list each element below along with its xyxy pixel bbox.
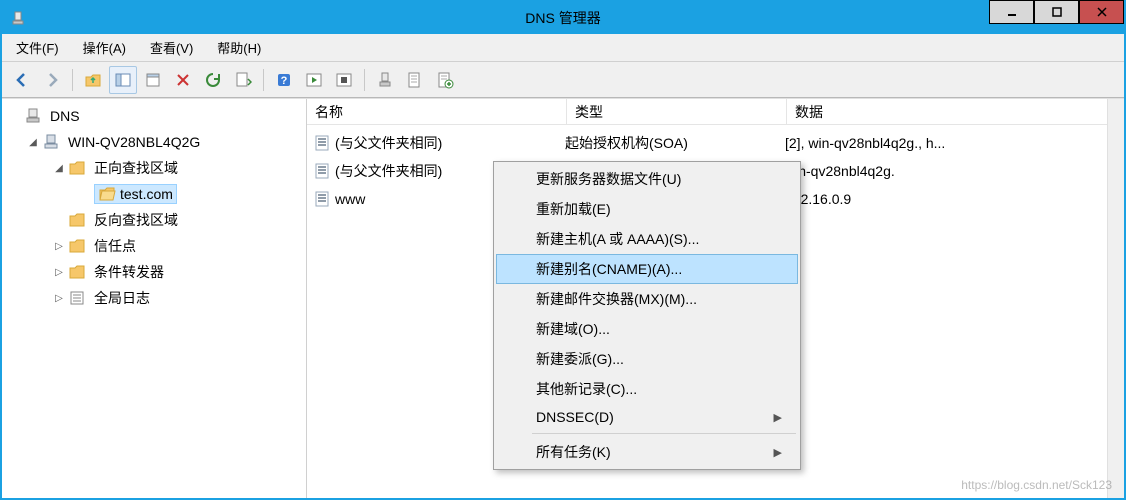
- tree-label: 反向查找区域: [94, 210, 178, 230]
- tree-pane[interactable]: DNS ◢ WIN-QV28NBL4Q2G ◢ 正向查找区域 test.c: [2, 99, 307, 498]
- record-icon: [313, 162, 331, 180]
- record-icon: [313, 134, 331, 152]
- menu-separator: [532, 433, 796, 434]
- tree-conditional-forwarders[interactable]: ▷ 条件转发器: [4, 259, 304, 285]
- ctx-all-tasks[interactable]: 所有任务(K)▶: [496, 437, 798, 467]
- new-record-button[interactable]: [431, 66, 459, 94]
- refresh-button[interactable]: [199, 66, 227, 94]
- chevron-right-icon[interactable]: ▷: [52, 265, 66, 279]
- column-header-name[interactable]: 名称: [307, 99, 567, 124]
- column-header-data[interactable]: 数据: [787, 99, 1124, 124]
- delete-button[interactable]: [169, 66, 197, 94]
- folder-icon: [68, 159, 86, 177]
- toolbar: ?: [2, 62, 1124, 98]
- tree-zone-testcom[interactable]: test.com: [4, 181, 304, 207]
- app-icon: [10, 10, 26, 26]
- log-icon: [68, 289, 86, 307]
- ctx-new-mx[interactable]: 新建邮件交换器(MX)(M)...: [496, 284, 798, 314]
- chevron-down-icon[interactable]: ◢: [26, 135, 40, 149]
- ctx-new-domain[interactable]: 新建域(O)...: [496, 314, 798, 344]
- chevron-down-icon[interactable]: ◢: [52, 161, 66, 175]
- svg-text:?: ?: [281, 75, 288, 87]
- chevron-right-icon: ▶: [774, 446, 782, 459]
- tree-forward-zone[interactable]: ◢ 正向查找区域: [4, 155, 304, 181]
- folder-icon: [68, 263, 86, 281]
- tree-label: 全局日志: [94, 288, 150, 308]
- minimize-button[interactable]: [989, 0, 1034, 24]
- filter-button[interactable]: [371, 66, 399, 94]
- context-menu: 更新服务器数据文件(U) 重新加载(E) 新建主机(A 或 AAAA)(S)..…: [493, 161, 801, 470]
- chevron-icon: [8, 109, 22, 123]
- folder-icon: [68, 211, 86, 229]
- list-pane: 名称 类型 数据 (与父文件夹相同) 起始授权机构(SOA) [2], win-…: [307, 99, 1124, 498]
- ctx-dnssec[interactable]: DNSSEC(D)▶: [496, 404, 798, 430]
- menu-file[interactable]: 文件(F): [10, 36, 65, 59]
- list-item[interactable]: (与父文件夹相同) 起始授权机构(SOA) [2], win-qv28nbl4q…: [307, 129, 1124, 157]
- menu-view[interactable]: 查看(V): [144, 36, 199, 59]
- menubar: 文件(F) 操作(A) 查看(V) 帮助(H): [2, 34, 1124, 62]
- close-button[interactable]: [1079, 0, 1124, 24]
- dns-icon: [24, 107, 42, 125]
- ctx-new-delegation[interactable]: 新建委派(G)...: [496, 344, 798, 374]
- help-button[interactable]: ?: [270, 66, 298, 94]
- cell-data: 172.16.0.9: [785, 191, 1124, 207]
- toolbar-separator: [263, 69, 264, 91]
- ctx-reload[interactable]: 重新加载(E): [496, 194, 798, 224]
- cell-type: 起始授权机构(SOA): [565, 133, 785, 153]
- show-hide-tree-button[interactable]: [109, 66, 137, 94]
- tree-global-logs[interactable]: ▷ 全局日志: [4, 285, 304, 311]
- up-folder-button[interactable]: [79, 66, 107, 94]
- ctx-new-cname[interactable]: 新建别名(CNAME)(A)...: [496, 254, 798, 284]
- tree: DNS ◢ WIN-QV28NBL4Q2G ◢ 正向查找区域 test.c: [4, 103, 304, 311]
- chevron-right-icon: ▶: [774, 411, 782, 424]
- folder-open-icon: [98, 185, 116, 203]
- window-controls: [989, 2, 1124, 34]
- stop-button[interactable]: [330, 66, 358, 94]
- tree-label: 条件转发器: [94, 262, 164, 282]
- tree-label: DNS: [50, 108, 80, 124]
- dns-manager-window: DNS 管理器 文件(F) 操作(A) 查看(V) 帮助(H) ?: [0, 0, 1126, 500]
- tree-trust-points[interactable]: ▷ 信任点: [4, 233, 304, 259]
- tree-server[interactable]: ◢ WIN-QV28NBL4Q2G: [4, 129, 304, 155]
- titlebar: DNS 管理器: [2, 2, 1124, 34]
- cell-name: www: [335, 191, 365, 207]
- cell-data: [2], win-qv28nbl4q2g., h...: [785, 135, 1124, 151]
- tree-label: 信任点: [94, 236, 136, 256]
- new-window-button[interactable]: [139, 66, 167, 94]
- run-button[interactable]: [300, 66, 328, 94]
- export-button[interactable]: [229, 66, 257, 94]
- maximize-button[interactable]: [1034, 0, 1079, 24]
- tree-label: WIN-QV28NBL4Q2G: [68, 134, 200, 150]
- toolbar-separator: [364, 69, 365, 91]
- server-icon: [42, 133, 60, 151]
- chevron-icon: [52, 213, 66, 227]
- forward-button[interactable]: [38, 66, 66, 94]
- vertical-scrollbar[interactable]: [1107, 99, 1124, 498]
- tree-root-dns[interactable]: DNS: [4, 103, 304, 129]
- chevron-right-icon[interactable]: ▷: [52, 291, 66, 305]
- ctx-new-host[interactable]: 新建主机(A 或 AAAA)(S)...: [496, 224, 798, 254]
- tree-label: test.com: [120, 186, 173, 202]
- cell-name: (与父文件夹相同): [335, 161, 442, 181]
- properties-button[interactable]: [401, 66, 429, 94]
- ctx-other-new-records[interactable]: 其他新记录(C)...: [496, 374, 798, 404]
- list-header: 名称 类型 数据: [307, 99, 1124, 125]
- ctx-update-server-data[interactable]: 更新服务器数据文件(U): [496, 164, 798, 194]
- record-icon: [313, 190, 331, 208]
- window-title: DNS 管理器: [525, 8, 600, 28]
- back-button[interactable]: [8, 66, 36, 94]
- folder-icon: [68, 237, 86, 255]
- column-header-type[interactable]: 类型: [567, 99, 787, 124]
- chevron-icon: [78, 187, 92, 201]
- tree-reverse-zone[interactable]: 反向查找区域: [4, 207, 304, 233]
- cell-name: (与父文件夹相同): [335, 133, 442, 153]
- content-area: DNS ◢ WIN-QV28NBL4Q2G ◢ 正向查找区域 test.c: [2, 98, 1124, 498]
- cell-data: win-qv28nbl4q2g.: [785, 163, 1124, 179]
- toolbar-separator: [72, 69, 73, 91]
- menu-help[interactable]: 帮助(H): [211, 36, 267, 59]
- watermark: https://blog.csdn.net/Sck123: [961, 478, 1112, 492]
- tree-label: 正向查找区域: [94, 158, 178, 178]
- menu-action[interactable]: 操作(A): [77, 36, 132, 59]
- chevron-right-icon[interactable]: ▷: [52, 239, 66, 253]
